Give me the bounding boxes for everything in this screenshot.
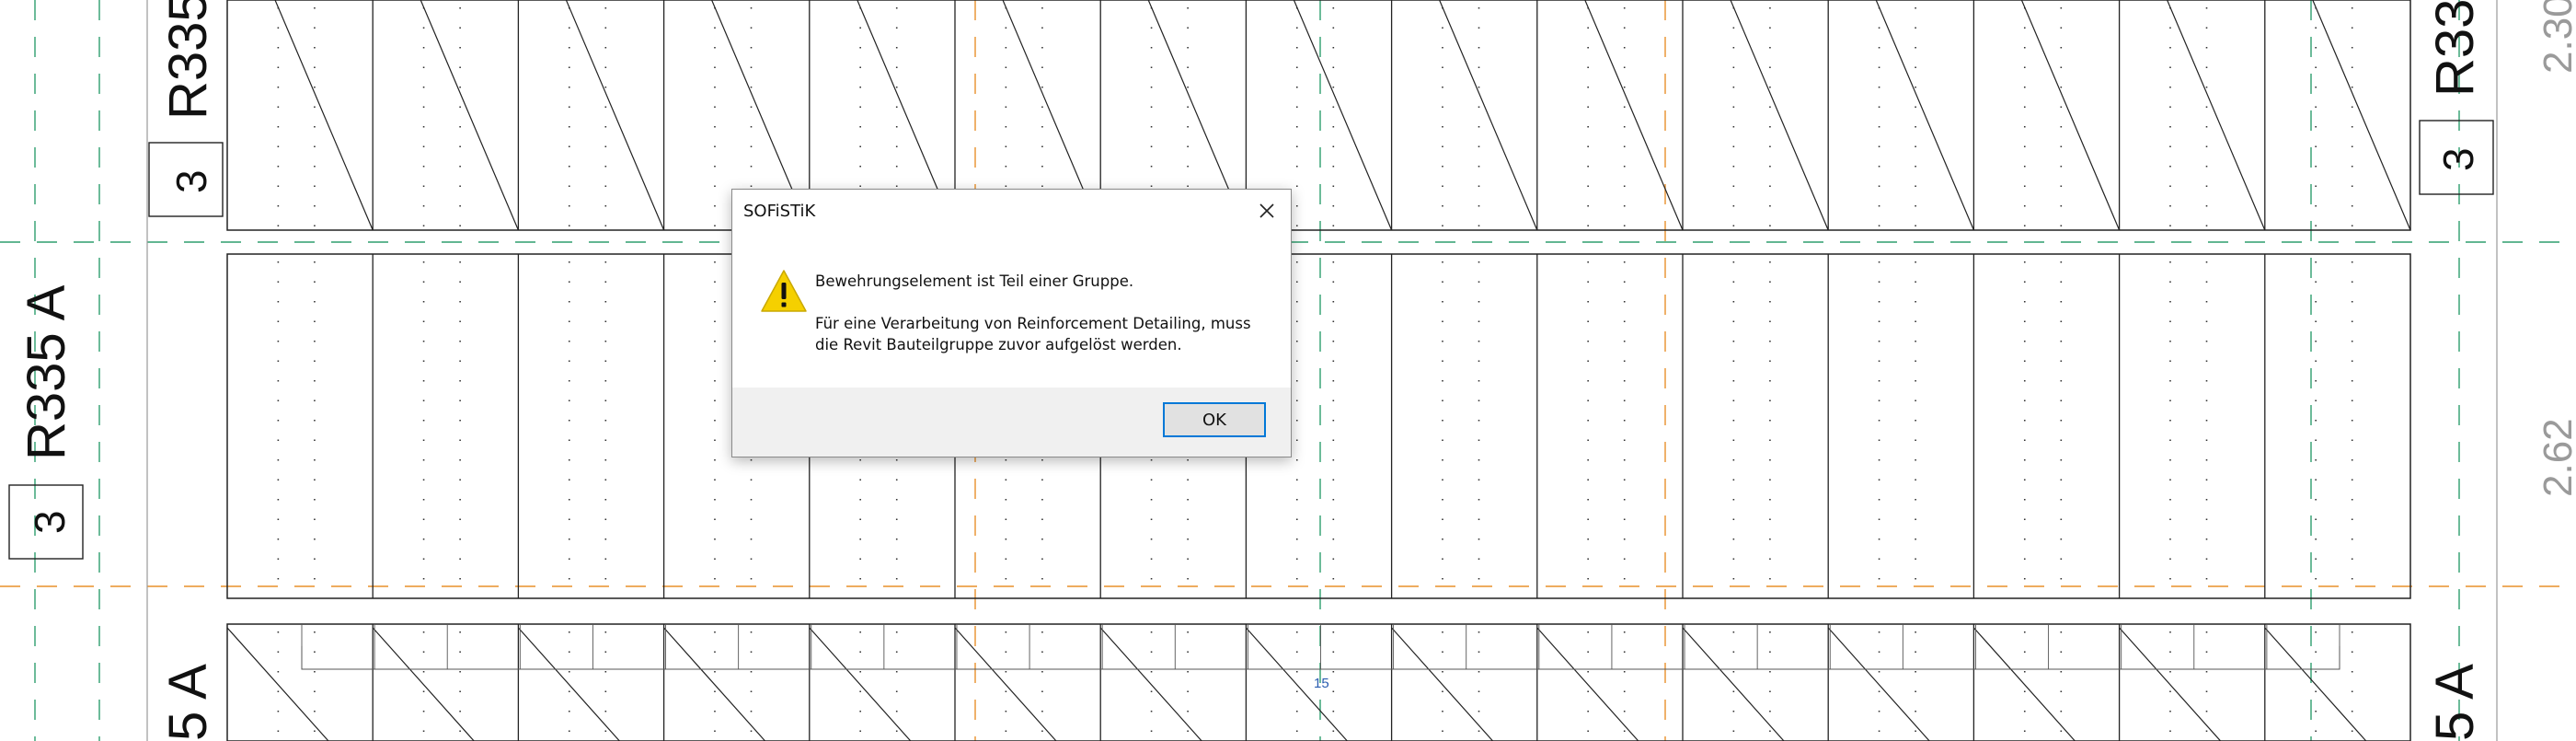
panel-band [226,0,2411,231]
panel-diagonal [954,627,1057,741]
panel-diagonal [663,627,766,741]
dialog-message-line1: Bewehrungselement ist Teil einer Gruppe. [815,272,1134,290]
panel-diagonal [517,627,620,741]
close-button[interactable] [1243,190,1291,232]
warning-icon [761,270,807,312]
panel-diagonal [1827,627,1930,741]
ok-button[interactable]: OK [1163,402,1266,437]
panel-diagonal [2167,0,2266,231]
panel-band [226,623,2411,741]
panel-diagonal [1875,0,1974,231]
panel-diagonal [1099,627,1202,741]
panel-diagonal [2020,0,2121,231]
panel-diagonal [2264,627,2367,741]
panel-diagonal [1584,0,1684,231]
panel-diagonal [2312,0,2411,231]
panel-diagonal [1439,0,1538,231]
panel-diagonal [1972,627,2076,741]
dialog-message-line2: Für eine Verarbeitung von Reinforcement … [815,315,1251,353]
panel-diagonal [1293,0,1393,231]
panel-diagonal [1391,627,1494,741]
panel-diagonal [1536,627,1639,741]
sofistik-message-dialog: SOFiSTiK Bewehrungselement ist Teil eine… [731,189,1292,457]
rebar-count-box [8,484,84,560]
rebar-count-box [148,142,224,217]
panel-diagonal [809,627,912,741]
panel-diagonal [274,0,374,231]
dialog-title: SOFiSTiK [743,202,816,221]
panel-diagonal [1682,627,1785,741]
panel-diagonal [565,0,665,231]
panel-diagonal [372,627,475,741]
panel-diagonal [2119,627,2222,741]
dialog-titlebar[interactable]: SOFiSTiK [732,190,1291,234]
rebar-count-box [2419,120,2494,195]
panel-band [226,253,2411,599]
panel-diagonal [226,627,329,741]
dialog-footer: OK [732,388,1291,457]
panel-diagonal [420,0,519,231]
panel-diagonal [1245,627,1348,741]
panel-diagonal [1730,0,1829,231]
close-icon [1259,203,1274,218]
dialog-body: Bewehrungselement ist Teil einer Gruppe.… [732,234,1291,393]
